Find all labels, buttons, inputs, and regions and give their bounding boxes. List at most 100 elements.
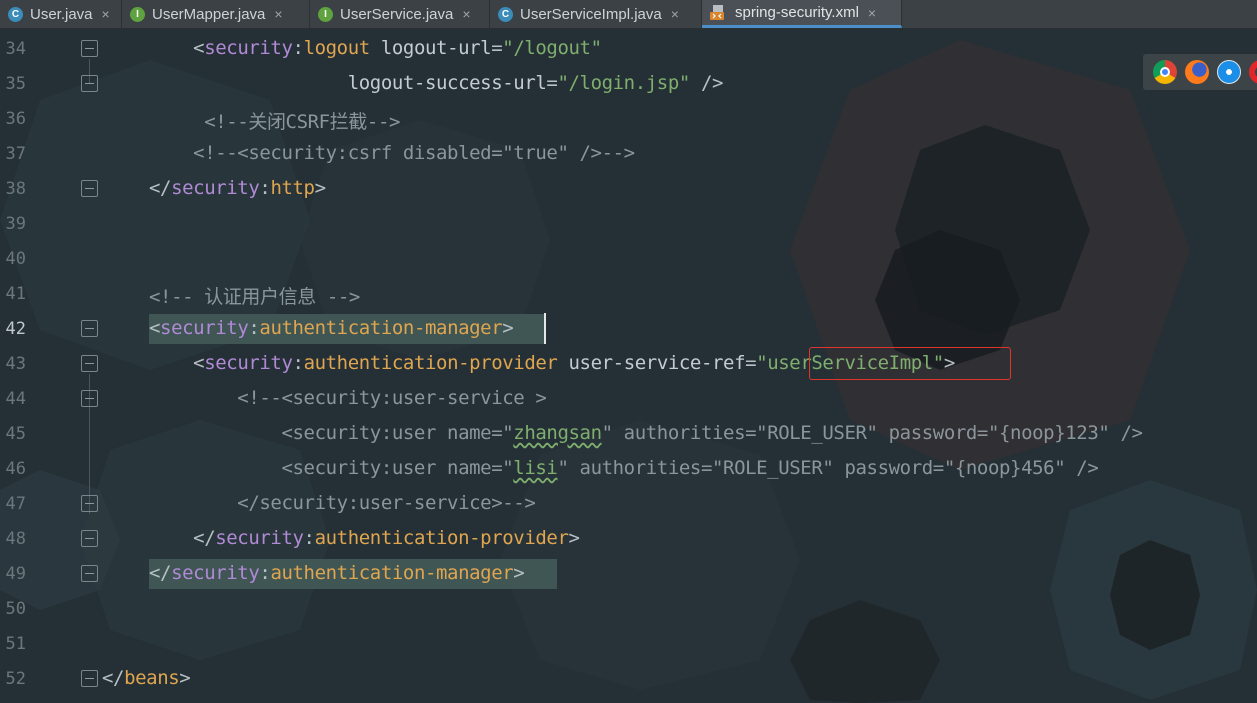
code-token: zhangsan: [513, 422, 602, 444]
fold-toggle-icon[interactable]: [81, 40, 98, 57]
annotation-box: [809, 347, 1011, 380]
line-number: 36: [5, 108, 26, 129]
code-line[interactable]: 49 </security:authentication-manager>: [0, 556, 1257, 591]
code-token: >: [568, 527, 580, 549]
close-icon[interactable]: ×: [671, 6, 679, 22]
code-token: :: [292, 37, 304, 59]
code-token: =: [491, 37, 503, 59]
code-token: </security:user-service>-->: [149, 492, 536, 514]
code-token: <!--<security:csrf disabled="true" />-->: [149, 142, 635, 164]
code-line[interactable]: 51: [0, 626, 1257, 661]
code-line[interactable]: 42 <security:authentication-manager>: [0, 311, 1257, 346]
code-token: " authorities="ROLE_USER" password="{noo…: [601, 422, 1143, 444]
editor-tab-bar: C User.java × I UserMapper.java × I User…: [0, 0, 1257, 29]
code-line[interactable]: 46 <security:user name="lisi" authoritie…: [0, 451, 1257, 486]
tab-userserviceimpl-java[interactable]: C UserServiceImpl.java ×: [490, 0, 702, 28]
code-text[interactable]: <!--<security:user-service >: [149, 387, 547, 409]
code-token: :: [292, 352, 304, 374]
fold-toggle-icon[interactable]: [81, 565, 98, 582]
code-token: "/login.jsp": [557, 72, 690, 94]
tab-label: spring-security.xml: [735, 4, 859, 21]
code-token: logout-success-url: [149, 72, 547, 94]
code-text[interactable]: </security:authentication-manager>: [149, 562, 525, 584]
code-token: :: [303, 527, 315, 549]
code-token: </: [149, 177, 172, 199]
code-text[interactable]: <security:user name="zhangsan" authoriti…: [149, 422, 1143, 444]
line-number: 42: [5, 318, 26, 339]
tab-user-java[interactable]: C User.java ×: [0, 0, 122, 28]
code-text[interactable]: <security:logout logout-url="/logout": [149, 37, 602, 59]
code-line[interactable]: 36 <!--关闭CSRF拦截-->: [0, 101, 1257, 136]
fold-toggle-icon[interactable]: [81, 355, 98, 372]
code-line[interactable]: 52 </beans>: [0, 661, 1257, 696]
fold-toggle-icon[interactable]: [81, 530, 98, 547]
text-caret: [544, 313, 546, 344]
tab-label: UserService.java: [340, 5, 454, 23]
tab-label: User.java: [30, 5, 93, 23]
code-token: security: [204, 37, 293, 59]
tab-spring-security-xml[interactable]: spring-security.xml ×: [702, 0, 902, 28]
tab-userservice-java[interactable]: I UserService.java ×: [310, 0, 490, 28]
fold-toggle-icon[interactable]: [81, 320, 98, 337]
code-line[interactable]: 48 </security:authentication-provider>: [0, 521, 1257, 556]
code-line[interactable]: 50: [0, 591, 1257, 626]
code-editor[interactable]: 34 <security:logout logout-url="/logout"…: [0, 29, 1257, 703]
code-token: >: [502, 317, 514, 339]
line-number: 46: [5, 458, 26, 479]
line-number: 41: [5, 283, 26, 304]
line-number: 37: [5, 143, 26, 164]
code-token: />: [689, 72, 724, 94]
code-token: <!-- 认证用户信息 -->: [149, 286, 360, 308]
code-line[interactable]: 37 <!--<security:csrf disabled="true" />…: [0, 136, 1257, 171]
code-token: security: [215, 527, 304, 549]
code-line[interactable]: 38 </security:http>: [0, 171, 1257, 206]
code-token: beans: [124, 667, 180, 689]
tab-usermapper-java[interactable]: I UserMapper.java ×: [122, 0, 310, 28]
code-line[interactable]: 41 <!-- 认证用户信息 -->: [0, 276, 1257, 311]
code-text[interactable]: logout-success-url="/login.jsp" />: [149, 72, 724, 94]
code-token: <security:user name=": [149, 457, 514, 479]
code-token: >: [314, 177, 326, 199]
code-line[interactable]: 34 <security:logout logout-url="/logout": [0, 31, 1257, 66]
fold-toggle-icon[interactable]: [81, 495, 98, 512]
code-text[interactable]: </security:user-service>-->: [149, 492, 535, 514]
code-line[interactable]: 35 logout-success-url="/login.jsp" />: [0, 66, 1257, 101]
code-token: </: [102, 667, 125, 689]
code-token: security: [204, 352, 293, 374]
code-token: <!--<security:user-service >: [149, 387, 547, 409]
fold-toggle-icon[interactable]: [81, 390, 98, 407]
code-line[interactable]: 39: [0, 206, 1257, 241]
code-token: <: [149, 352, 205, 374]
code-text[interactable]: </beans>: [102, 667, 191, 689]
fold-toggle-icon[interactable]: [81, 180, 98, 197]
code-line[interactable]: 40: [0, 241, 1257, 276]
code-text[interactable]: <!-- 认证用户信息 -->: [149, 282, 360, 309]
code-text[interactable]: <security:user name="lisi" authorities="…: [149, 457, 1098, 479]
code-token: lisi: [513, 457, 558, 479]
code-token: authentication-provider: [303, 352, 558, 374]
code-text[interactable]: </security:authentication-provider>: [149, 527, 580, 549]
fold-toggle-icon[interactable]: [81, 670, 98, 687]
code-text[interactable]: </security:http>: [149, 177, 326, 199]
code-text[interactable]: <!--<security:csrf disabled="true" />-->: [149, 142, 635, 164]
close-icon[interactable]: ×: [868, 5, 876, 21]
line-number: 50: [5, 598, 26, 619]
code-text[interactable]: <!--关闭CSRF拦截-->: [149, 107, 400, 134]
code-text[interactable]: <security:authentication-manager>: [149, 317, 514, 339]
tab-label: UserServiceImpl.java: [520, 5, 662, 23]
line-number: 39: [5, 213, 26, 234]
code-line[interactable]: 44 <!--<security:user-service >: [0, 381, 1257, 416]
line-number: 44: [5, 388, 26, 409]
code-line[interactable]: 45 <security:user name="zhangsan" author…: [0, 416, 1257, 451]
close-icon[interactable]: ×: [462, 6, 470, 22]
code-token: </: [149, 527, 216, 549]
close-icon[interactable]: ×: [102, 6, 110, 22]
tab-label: UserMapper.java: [152, 5, 266, 23]
code-token: authentication-manager: [259, 317, 503, 339]
fold-toggle-icon[interactable]: [81, 75, 98, 92]
code-token: authentication-provider: [314, 527, 569, 549]
code-line[interactable]: 47 </security:user-service>-->: [0, 486, 1257, 521]
close-icon[interactable]: ×: [274, 6, 282, 22]
code-line[interactable]: 43 <security:authentication-provider use…: [0, 346, 1257, 381]
code-token: <: [149, 317, 161, 339]
